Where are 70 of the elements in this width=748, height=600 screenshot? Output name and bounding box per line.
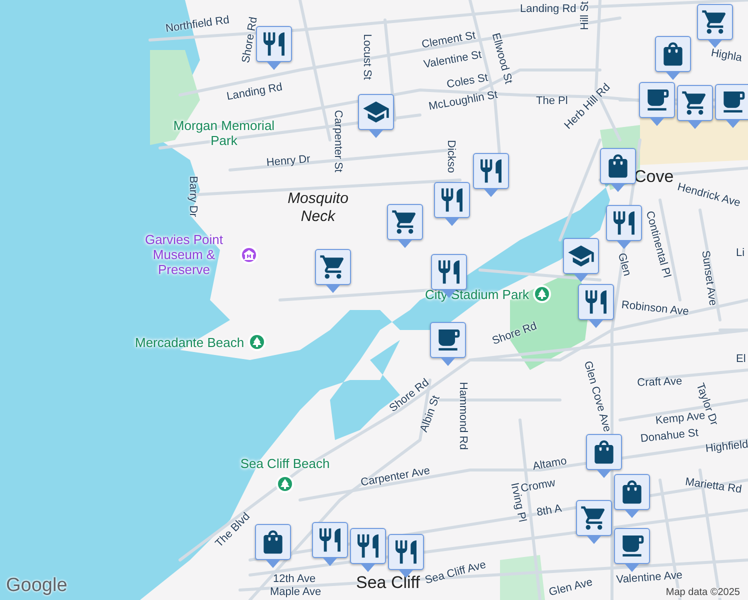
street-label: Donahue St [640, 428, 699, 445]
map-pin[interactable] [715, 84, 748, 128]
street-label: Altamo [532, 456, 568, 473]
street-label: Marietta Rd [684, 477, 742, 496]
street-label: Hill St [580, 1, 591, 30]
map-pin[interactable] [576, 500, 612, 544]
map-pin[interactable] [256, 26, 292, 70]
street-label: Robinson Ave [620, 300, 690, 318]
street-label: Albin St [419, 394, 442, 434]
street-label: Ellwood St [489, 32, 514, 86]
street-label: Carpenter St [332, 110, 343, 172]
street-label: Dickso [445, 140, 456, 174]
street-label: Craft Ave [637, 376, 682, 389]
street-label: Li [736, 248, 745, 259]
street-label: Shore Rd [491, 321, 538, 348]
street-label: The Pl [536, 96, 568, 107]
map-pin[interactable] [255, 524, 291, 568]
street-label: Locust St [361, 34, 372, 80]
park-area [500, 555, 545, 600]
street-label: Maple Ave [270, 587, 322, 598]
street-label: Glen [615, 252, 632, 278]
street-label: 8th A [536, 504, 563, 519]
street-label: Sunset Ave [699, 250, 718, 306]
street-label: Shore Rd [241, 16, 260, 64]
street-label: Hammond Rd [457, 382, 468, 450]
map-pin[interactable] [358, 94, 394, 138]
map-pin[interactable] [655, 36, 691, 80]
map-pin[interactable] [600, 148, 636, 192]
map-pin[interactable] [697, 4, 733, 48]
poi-label[interactable]: Morgan Memorial Park [172, 118, 276, 148]
place-label: Mosquito Neck [286, 190, 350, 226]
street-label: Barry Dr [187, 176, 198, 217]
street-label: Landing Rd [226, 82, 284, 103]
google-logo: Google [6, 576, 68, 595]
street-label: Glen Cove Ave [581, 360, 612, 434]
map-pin[interactable] [387, 204, 423, 248]
street-label: 12th Ave [273, 574, 316, 585]
street-label: El [736, 354, 746, 365]
map-pin[interactable] [677, 85, 713, 129]
street-label: McLoughlin St [428, 90, 499, 113]
street-label: Sea Cliff Ave [424, 560, 488, 587]
place-label: Sea Cliff [356, 574, 420, 591]
street-label: Glen Ave [548, 577, 594, 599]
map-pin[interactable] [614, 474, 650, 518]
map-pin[interactable] [614, 528, 650, 572]
map-pin[interactable] [578, 284, 614, 328]
map-pin[interactable] [315, 249, 351, 293]
street-label: Highfield [705, 440, 748, 455]
street-label: Cromw [520, 478, 556, 495]
street-label: Clement St [421, 30, 476, 51]
map-pin[interactable] [563, 238, 599, 282]
street-label: Highla [710, 48, 743, 64]
map-pin[interactable] [312, 522, 348, 566]
street-label: Carpenter Ave [360, 466, 431, 489]
map-pin[interactable] [606, 205, 642, 249]
street-label: Valentine St [423, 50, 483, 71]
map-pin[interactable] [473, 153, 509, 197]
street-label: Northfield Rd [165, 15, 230, 35]
street-label: Hendrick Ave [676, 182, 742, 210]
map-pin[interactable] [434, 182, 470, 226]
street-label: Henry Dr [266, 154, 311, 169]
map-pin[interactable] [430, 322, 466, 366]
street-label: Valentine Ave [616, 570, 683, 586]
street-label: Landing Rd [520, 4, 576, 15]
street-label: Coles St [446, 72, 489, 91]
map-pin[interactable] [350, 528, 386, 572]
map-pin[interactable] [586, 434, 622, 478]
street-label: Kemp Ave [655, 410, 706, 427]
map-pin[interactable] [639, 82, 675, 126]
place-label: Cove [634, 168, 674, 185]
